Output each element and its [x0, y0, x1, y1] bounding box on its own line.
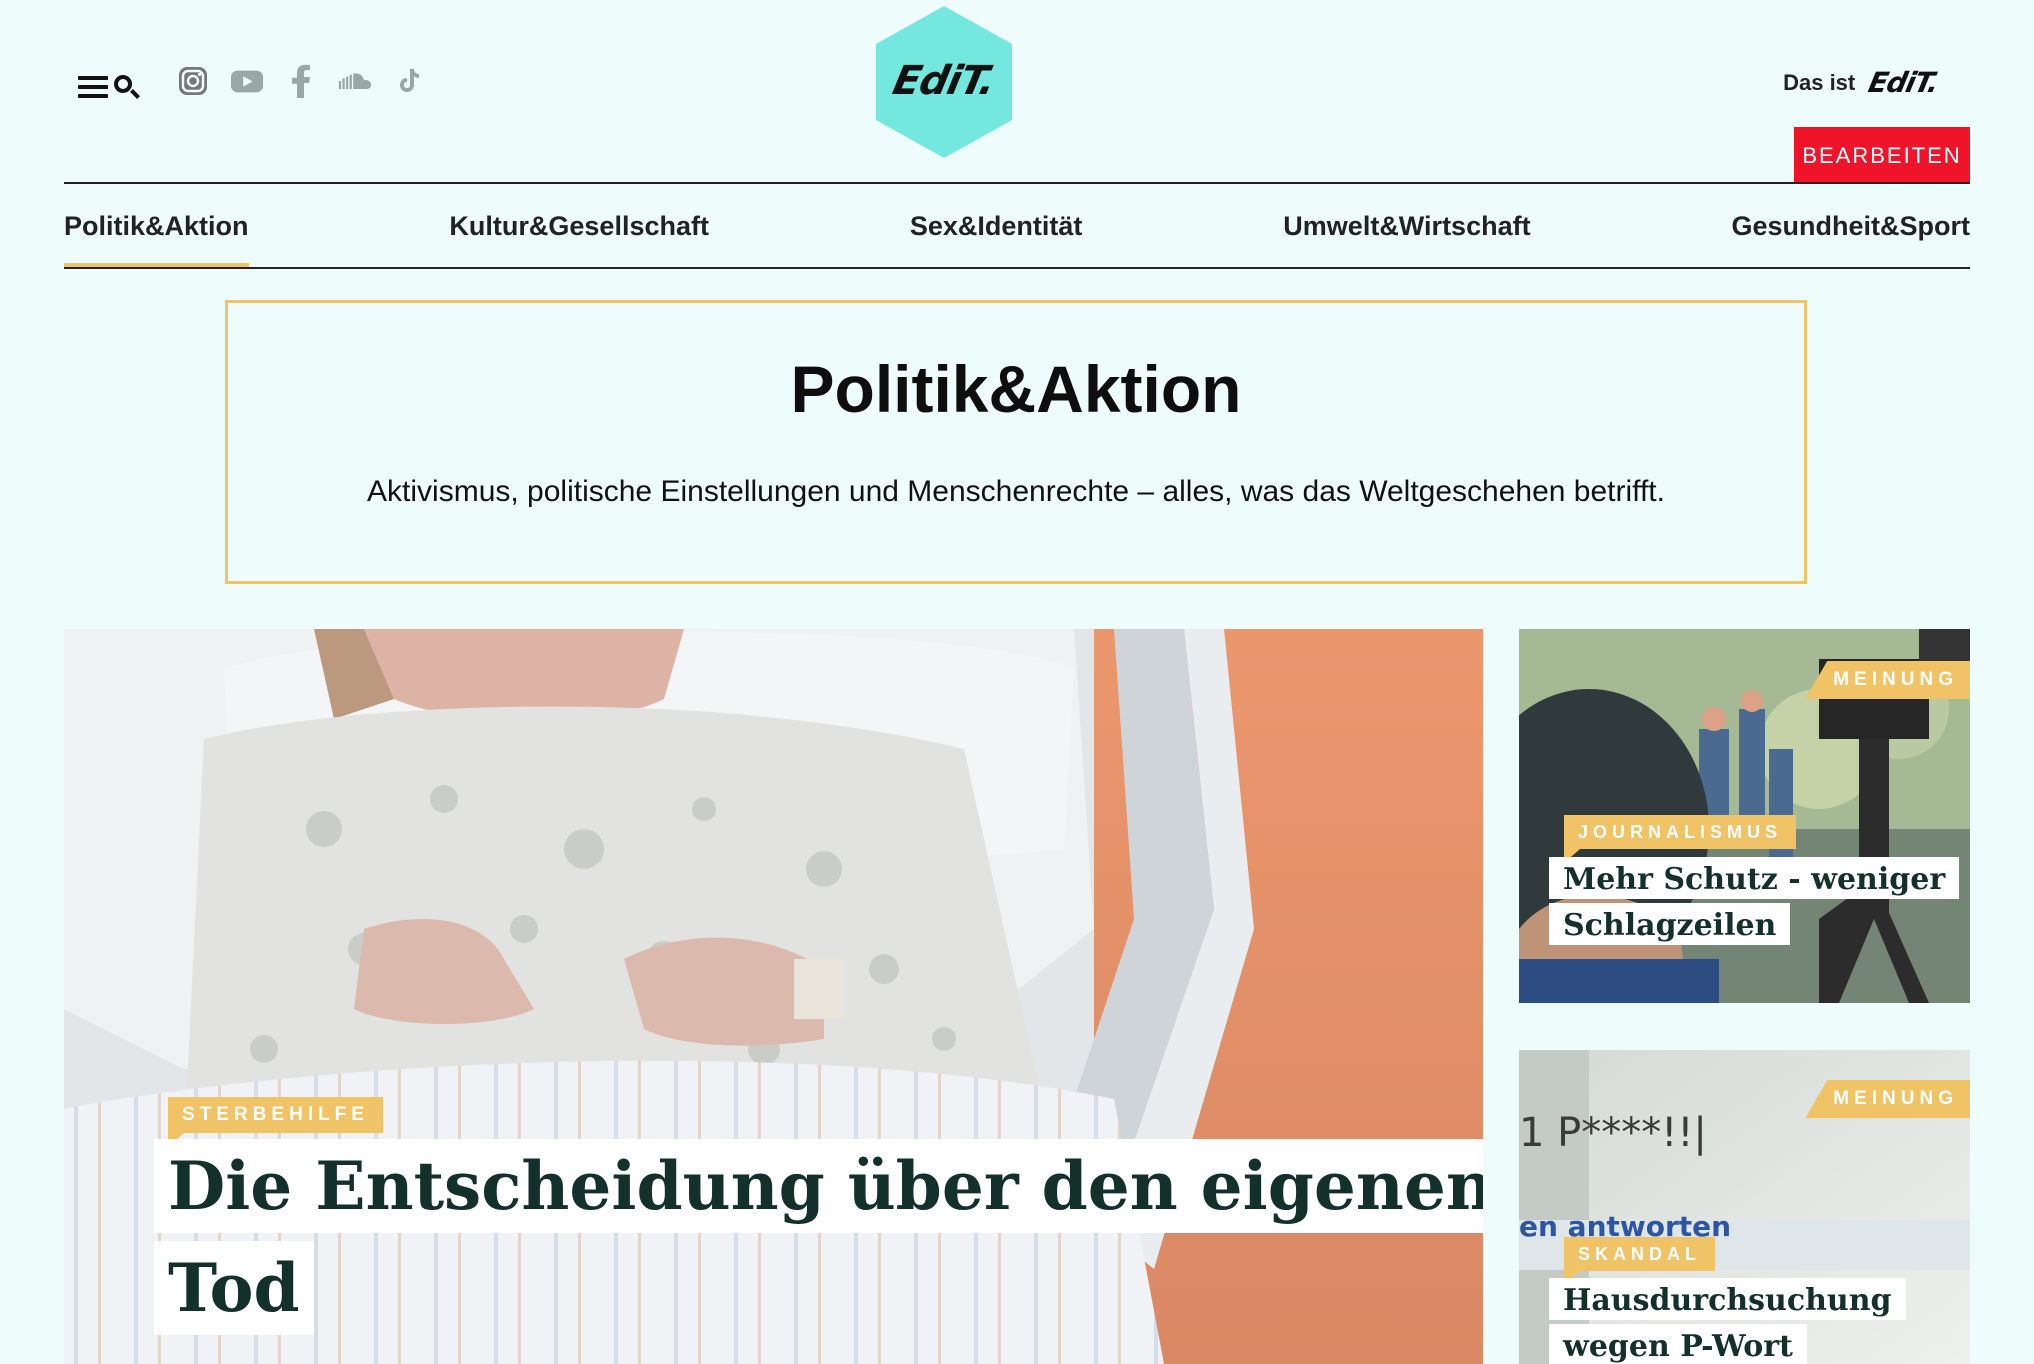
category-title: Politik&Aktion — [790, 352, 1242, 426]
feature-headline-line2[interactable]: Tod — [154, 1241, 314, 1335]
logo-text: EdiT. — [888, 58, 1000, 104]
feature-tag[interactable]: STERBEHILFE — [168, 1097, 383, 1147]
search-icon[interactable] — [114, 75, 132, 93]
side-article-headline-line1[interactable]: Hausdurchsuchung — [1549, 1278, 1906, 1320]
site-logo[interactable]: EdiT. — [876, 6, 1012, 158]
side-article-headline-line2[interactable]: wegen P-Wort — [1549, 1324, 1807, 1364]
opinion-badge: MEINUNG — [1805, 1080, 1970, 1118]
side-article-tag[interactable]: JOURNALISMUS — [1564, 815, 1797, 863]
instagram-icon[interactable] — [176, 64, 210, 98]
side-article-skandal[interactable]: 1 P****!!| en antworten MEINUNG SKANDAL … — [1519, 1050, 1970, 1364]
nav-item-gesundheit-sport[interactable]: Gesundheit&Sport — [1731, 184, 1970, 268]
about-logo: EdiT. — [1865, 66, 1942, 99]
category-description: Aktivismus, politische Einstellungen und… — [367, 475, 1665, 508]
side-article-headline-line2[interactable]: Schlagzeilen — [1549, 903, 1791, 945]
image-text-1: 1 P****!!| — [1519, 1110, 1707, 1156]
page: EdiT. Das ist EdiT. BEARBEITEN Politik&A… — [0, 0, 2034, 1364]
side-article-headline-line1[interactable]: Mehr Schutz - weniger — [1549, 857, 1960, 899]
edit-button[interactable]: BEARBEITEN — [1794, 127, 1970, 184]
feature-headline-line1[interactable]: Die Entscheidung über den eigenen — [154, 1139, 1483, 1233]
nav-item-umwelt-wirtschaft[interactable]: Umwelt&Wirtschaft — [1283, 184, 1530, 268]
tiktok-icon[interactable] — [392, 64, 426, 98]
facebook-icon[interactable] — [284, 64, 318, 98]
soundcloud-icon[interactable] — [338, 64, 372, 98]
social-links — [176, 64, 426, 98]
site-header: EdiT. Das ist EdiT. BEARBEITEN — [64, 0, 1970, 184]
nav-item-kultur-gesellschaft[interactable]: Kultur&Gesellschaft — [449, 184, 709, 268]
youtube-icon[interactable] — [230, 64, 264, 98]
about-label: Das ist — [1783, 69, 1856, 95]
menu-search-toggle[interactable] — [78, 72, 142, 102]
about-link[interactable]: Das ist EdiT. — [1783, 66, 1941, 99]
nav-divider-bottom — [64, 267, 1970, 269]
nav-item-politik-aktion[interactable]: Politik&Aktion — [64, 184, 249, 268]
side-article-tag[interactable]: SKANDAL — [1564, 1237, 1715, 1285]
opinion-badge: MEINUNG — [1805, 661, 1970, 699]
featured-article[interactable]: STERBEHILFE Die Entscheidung über den ei… — [64, 629, 1483, 1364]
category-header: Politik&Aktion Aktivismus, politische Ei… — [225, 300, 1807, 584]
category-nav: Politik&Aktion Kultur&Gesellschaft Sex&I… — [64, 184, 1970, 268]
nav-item-sex-identitaet[interactable]: Sex&Identität — [910, 184, 1083, 268]
side-article-journalismus[interactable]: MEINUNG JOURNALISMUS Mehr Schutz - wenig… — [1519, 629, 1970, 1003]
